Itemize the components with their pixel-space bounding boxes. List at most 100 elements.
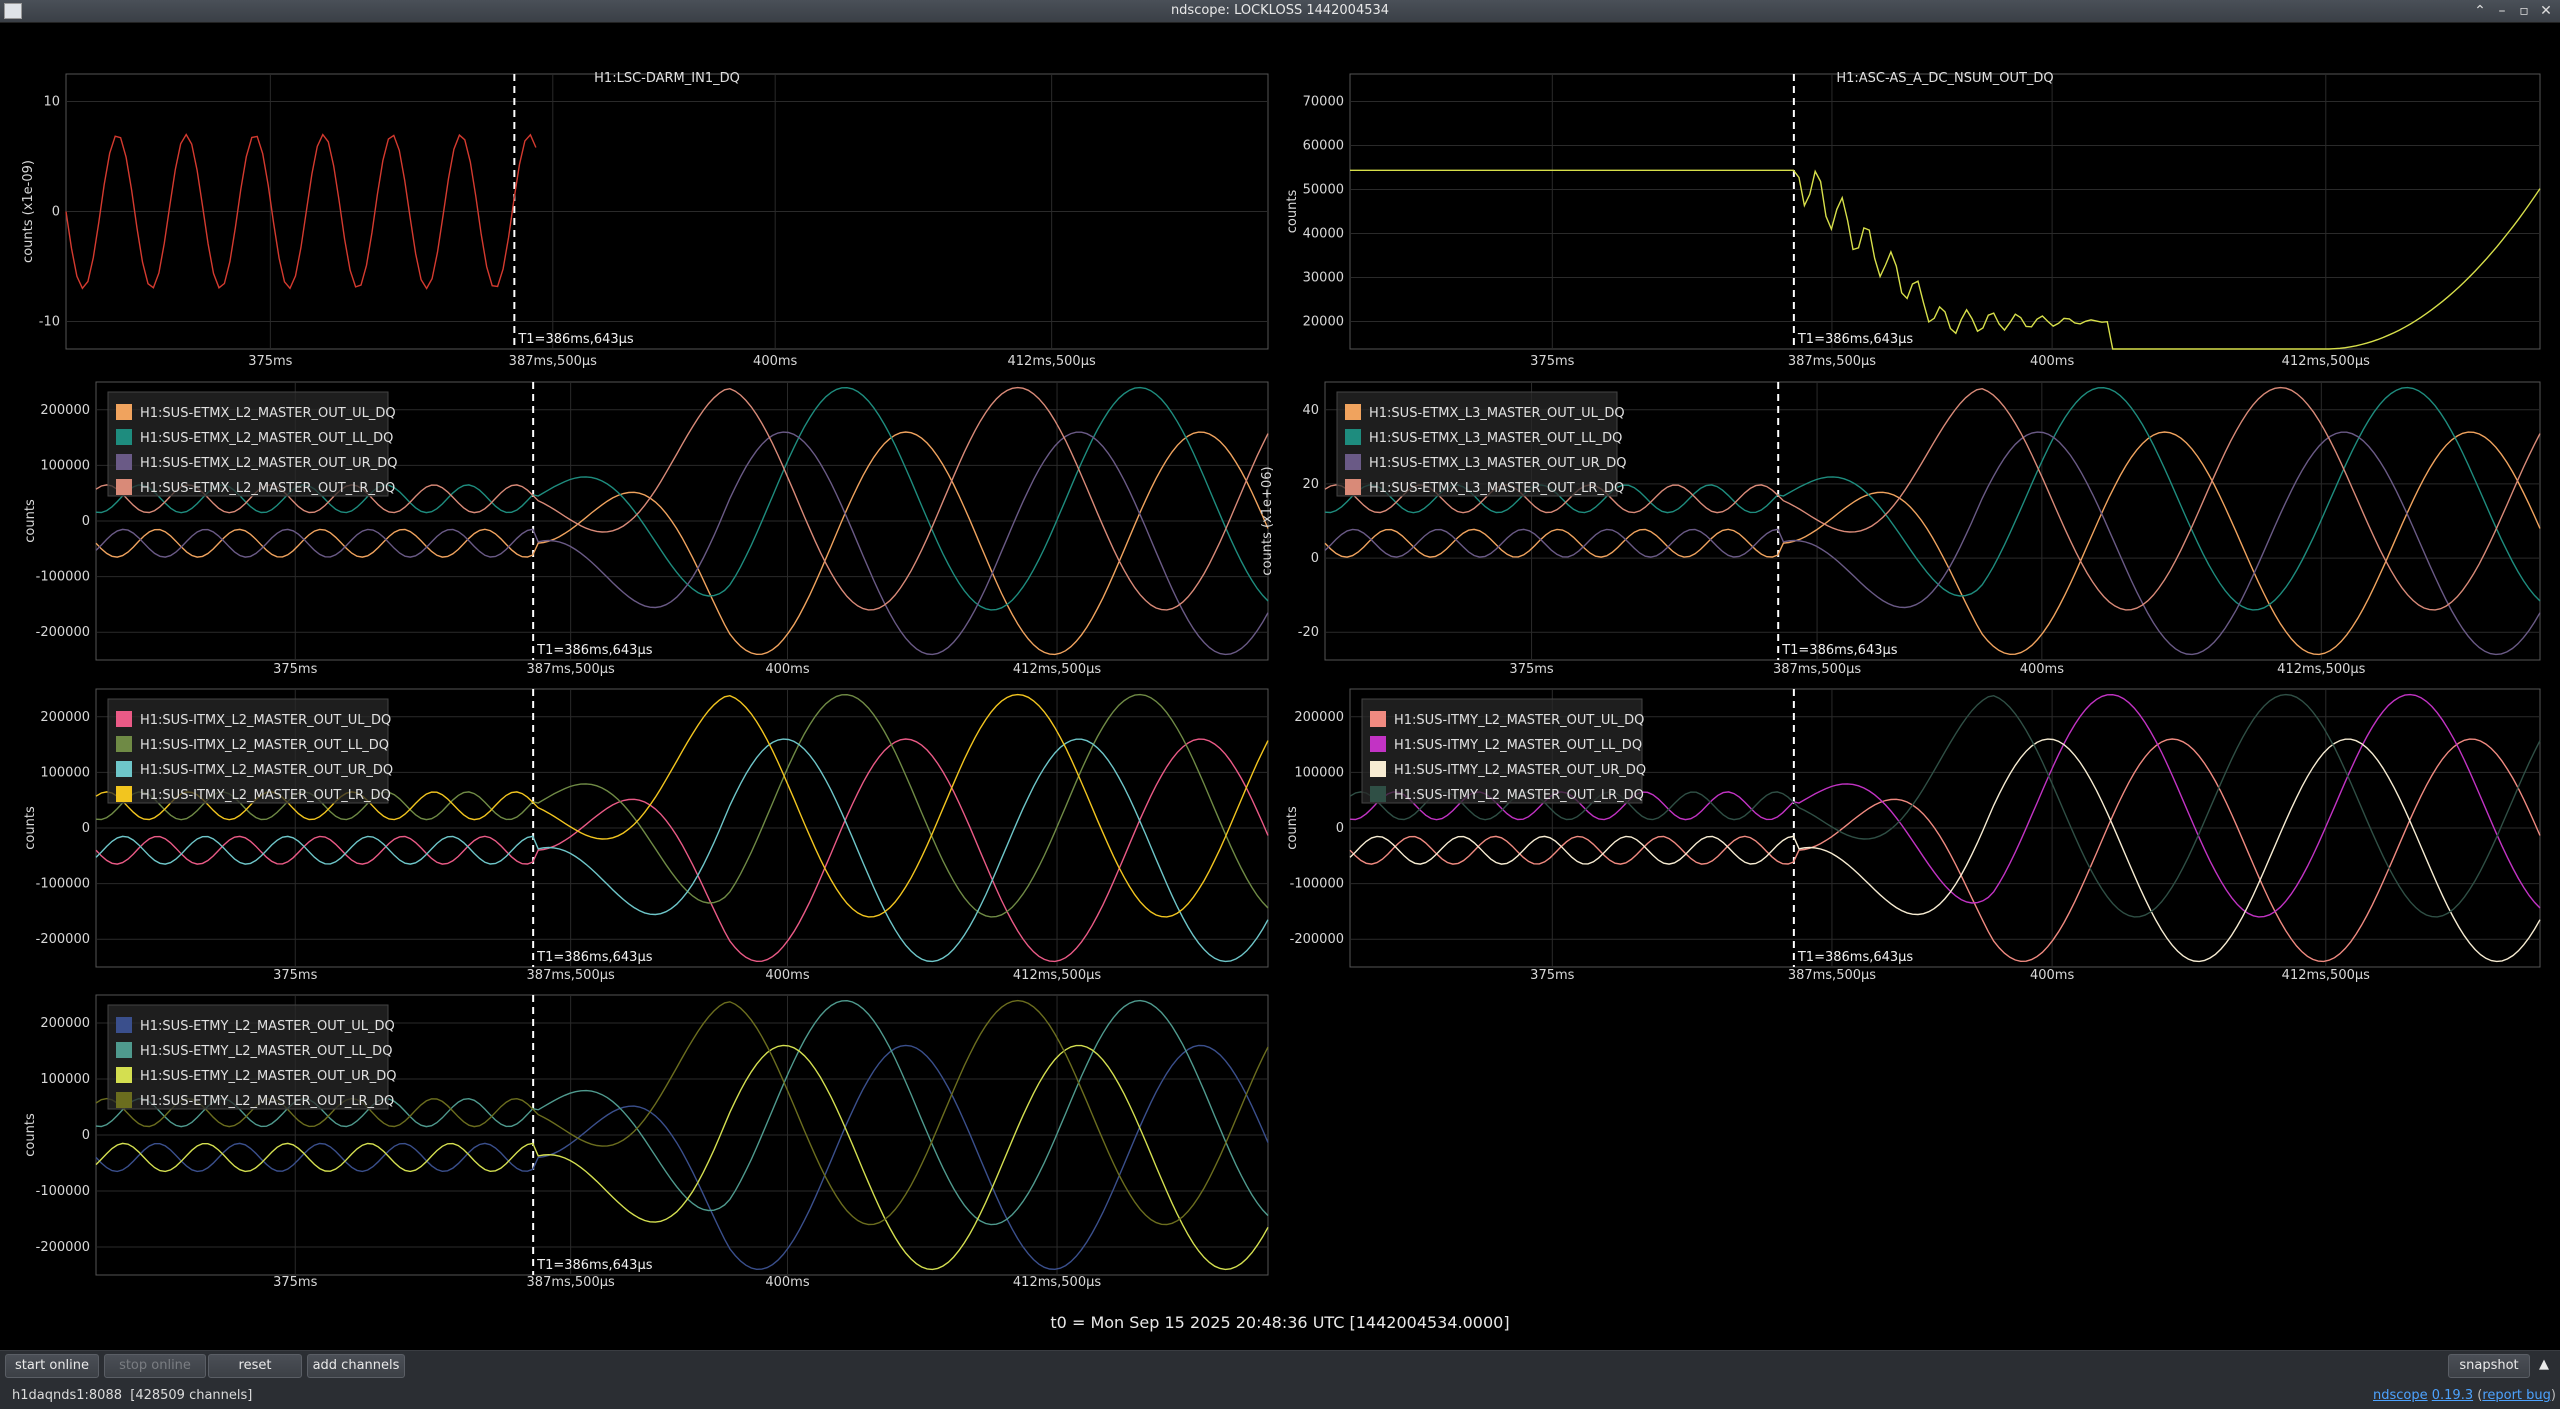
- channel-count: [428509 channels]: [130, 1388, 253, 1403]
- plot-p4: 375ms 387ms,500µs 400ms 412ms,500µs 40 20 0 -20…: [1260, 381, 2541, 677]
- reset-button[interactable]: reset: [208, 1354, 302, 1378]
- legend-swatch: [116, 1067, 132, 1083]
- y-axis-label: counts: [1285, 806, 1300, 850]
- legend-label: H1:SUS-ETMY_L2_MASTER_OUT_UL_DQ: [140, 1019, 395, 1034]
- y-tick-label: -200000: [1290, 932, 1344, 947]
- x-tick-label: 412ms,500µs: [1013, 662, 1101, 677]
- y-tick-label: -100000: [36, 1184, 90, 1199]
- legend-label: H1:SUS-ETMX_L2_MASTER_OUT_LR_DQ: [140, 481, 395, 496]
- y-tick-label: 100000: [1294, 765, 1344, 780]
- legend-label: H1:SUS-ITMX_L2_MASTER_OUT_LR_DQ: [140, 788, 391, 803]
- x-tick-label: 387ms,500µs: [1773, 662, 1861, 677]
- legend-swatch: [116, 429, 132, 445]
- y-tick-label: -200000: [36, 1240, 90, 1255]
- x-tick-label: 400ms: [765, 662, 809, 677]
- plot-grid[interactable]: 375ms 387ms,500µs 400ms 412ms,500µs 10 0 -10 co…: [0, 22, 2560, 1322]
- legend-label: H1:SUS-ITMY_L2_MASTER_OUT_LR_DQ: [1394, 788, 1644, 803]
- status-bar: h1daqnds1:8088 [428509 channels] ndscope…: [0, 1381, 2560, 1409]
- add-channels-button[interactable]: add channels: [307, 1354, 405, 1378]
- x-tick-label: 387ms,500µs: [1788, 354, 1876, 369]
- legend-swatch: [116, 454, 132, 470]
- legend-label: H1:SUS-ETMX_L3_MASTER_OUT_LL_DQ: [1369, 431, 1622, 446]
- y-axis-label: counts: [23, 806, 38, 850]
- legend-swatch: [1345, 429, 1361, 445]
- plot-title: H1:LSC-DARM_IN1_DQ: [594, 71, 740, 86]
- t0-reference-label: t0 = Mon Sep 15 2025 20:48:36 UTC [14420…: [1050, 1313, 1510, 1332]
- legend-swatch: [116, 786, 132, 802]
- t1-cursor-label: T1=386ms,643µs: [517, 332, 634, 347]
- close-icon[interactable]: ✕: [2537, 2, 2555, 20]
- x-tick-label: 387ms,500µs: [527, 1275, 615, 1290]
- x-tick-label: 400ms: [753, 354, 797, 369]
- stop-online-button[interactable]: stop online: [104, 1354, 206, 1378]
- y-tick-label: 40: [1302, 403, 1319, 418]
- t1-cursor-label: T1=386ms,643µs: [1781, 643, 1898, 658]
- server-status: h1daqnds1:8088 [428509 channels]: [12, 1388, 252, 1403]
- t1-cursor-label: T1=386ms,643µs: [536, 950, 653, 965]
- y-tick-label: 0: [82, 514, 90, 529]
- triangle-up-icon[interactable]: ▲: [2534, 1354, 2554, 1376]
- x-tick-label: 375ms: [273, 968, 317, 983]
- plot-p3: 375ms 387ms,500µs 400ms 412ms,500µs 200000 10…: [23, 381, 1269, 677]
- x-tick-label: 412ms,500µs: [2282, 354, 2370, 369]
- legend-swatch: [116, 711, 132, 727]
- x-tick-label: 375ms: [273, 662, 317, 677]
- version-link[interactable]: 0.19.3: [2432, 1388, 2473, 1403]
- legend-swatch: [1345, 404, 1361, 420]
- plot-p1: 375ms 387ms,500µs 400ms 412ms,500µs 10 0 -10 co…: [21, 71, 1269, 369]
- y-tick-label: -200000: [36, 625, 90, 640]
- y-tick-label: 30000: [1303, 271, 1344, 286]
- y-tick-label: 0: [82, 1128, 90, 1143]
- y-tick-label: 100000: [40, 1072, 90, 1087]
- legend-swatch: [1370, 786, 1386, 802]
- y-tick-label: -100000: [36, 570, 90, 585]
- plot-frame: [1349, 73, 2541, 350]
- y-tick-label: 0: [82, 821, 90, 836]
- y-tick-label: 200000: [40, 710, 90, 725]
- legend-swatch: [116, 1092, 132, 1108]
- app-link[interactable]: ndscope: [2373, 1388, 2428, 1403]
- legend-swatch: [1370, 711, 1386, 727]
- y-axis-label: counts (x1e+06): [1260, 466, 1275, 575]
- y-axis-label: counts (x1e-09): [21, 160, 36, 263]
- legend-swatch: [116, 404, 132, 420]
- legend-label: H1:SUS-ITMY_L2_MASTER_OUT_UR_DQ: [1394, 763, 1646, 778]
- x-tick-label: 400ms: [2030, 968, 2074, 983]
- x-tick-label: 412ms,500µs: [2282, 968, 2370, 983]
- legend-label: H1:SUS-ITMY_L2_MASTER_OUT_UL_DQ: [1394, 713, 1644, 728]
- x-tick-label: 400ms: [765, 968, 809, 983]
- legend-label: H1:SUS-ETMX_L2_MASTER_OUT_UR_DQ: [140, 456, 397, 471]
- legend-label: H1:SUS-ETMY_L2_MASTER_OUT_LR_DQ: [140, 1094, 394, 1109]
- y-axis-label: counts: [23, 1113, 38, 1157]
- minimize-icon[interactable]: –: [2493, 2, 2511, 20]
- legend-label: H1:SUS-ETMY_L2_MASTER_OUT_LL_DQ: [140, 1044, 392, 1059]
- legend-swatch: [1345, 479, 1361, 495]
- legend-label: H1:SUS-ETMY_L2_MASTER_OUT_UR_DQ: [140, 1069, 397, 1084]
- plots-canvas[interactable]: 375ms 387ms,500µs 400ms 412ms,500µs 10 0 -10 co…: [0, 22, 2560, 1322]
- t1-cursor-label: T1=386ms,643µs: [1797, 332, 1914, 347]
- legend-swatch: [116, 761, 132, 777]
- y-tick-label: 20000: [1303, 315, 1344, 330]
- y-tick-label: -100000: [36, 877, 90, 892]
- x-tick-label: 412ms,500µs: [2277, 662, 2365, 677]
- maximize-icon[interactable]: ▫: [2515, 2, 2533, 20]
- y-tick-label: -10: [39, 315, 60, 330]
- t1-cursor-label: T1=386ms,643µs: [536, 643, 653, 658]
- y-tick-label: 200000: [1294, 710, 1344, 725]
- y-tick-label: 0: [52, 205, 60, 220]
- x-tick-label: 375ms: [1530, 968, 1574, 983]
- snapshot-button[interactable]: snapshot: [2448, 1354, 2530, 1378]
- start-online-button[interactable]: start online: [5, 1354, 99, 1378]
- y-tick-label: 0: [1311, 551, 1319, 566]
- x-tick-label: 375ms: [1530, 354, 1574, 369]
- y-tick-label: 100000: [40, 765, 90, 780]
- legend-label: H1:SUS-ITMX_L2_MASTER_OUT_LL_DQ: [140, 738, 389, 753]
- x-tick-label: 387ms,500µs: [509, 354, 597, 369]
- legend-swatch: [116, 736, 132, 752]
- y-tick-label: 0: [1336, 821, 1344, 836]
- shade-window-icon[interactable]: ⌃: [2471, 2, 2489, 20]
- report-bug-link[interactable]: report bug: [2482, 1388, 2551, 1403]
- y-tick-label: 200000: [40, 1016, 90, 1031]
- version-info: ndscope 0.19.3 (report bug): [2372, 1388, 2556, 1403]
- y-tick-label: 10: [43, 95, 60, 110]
